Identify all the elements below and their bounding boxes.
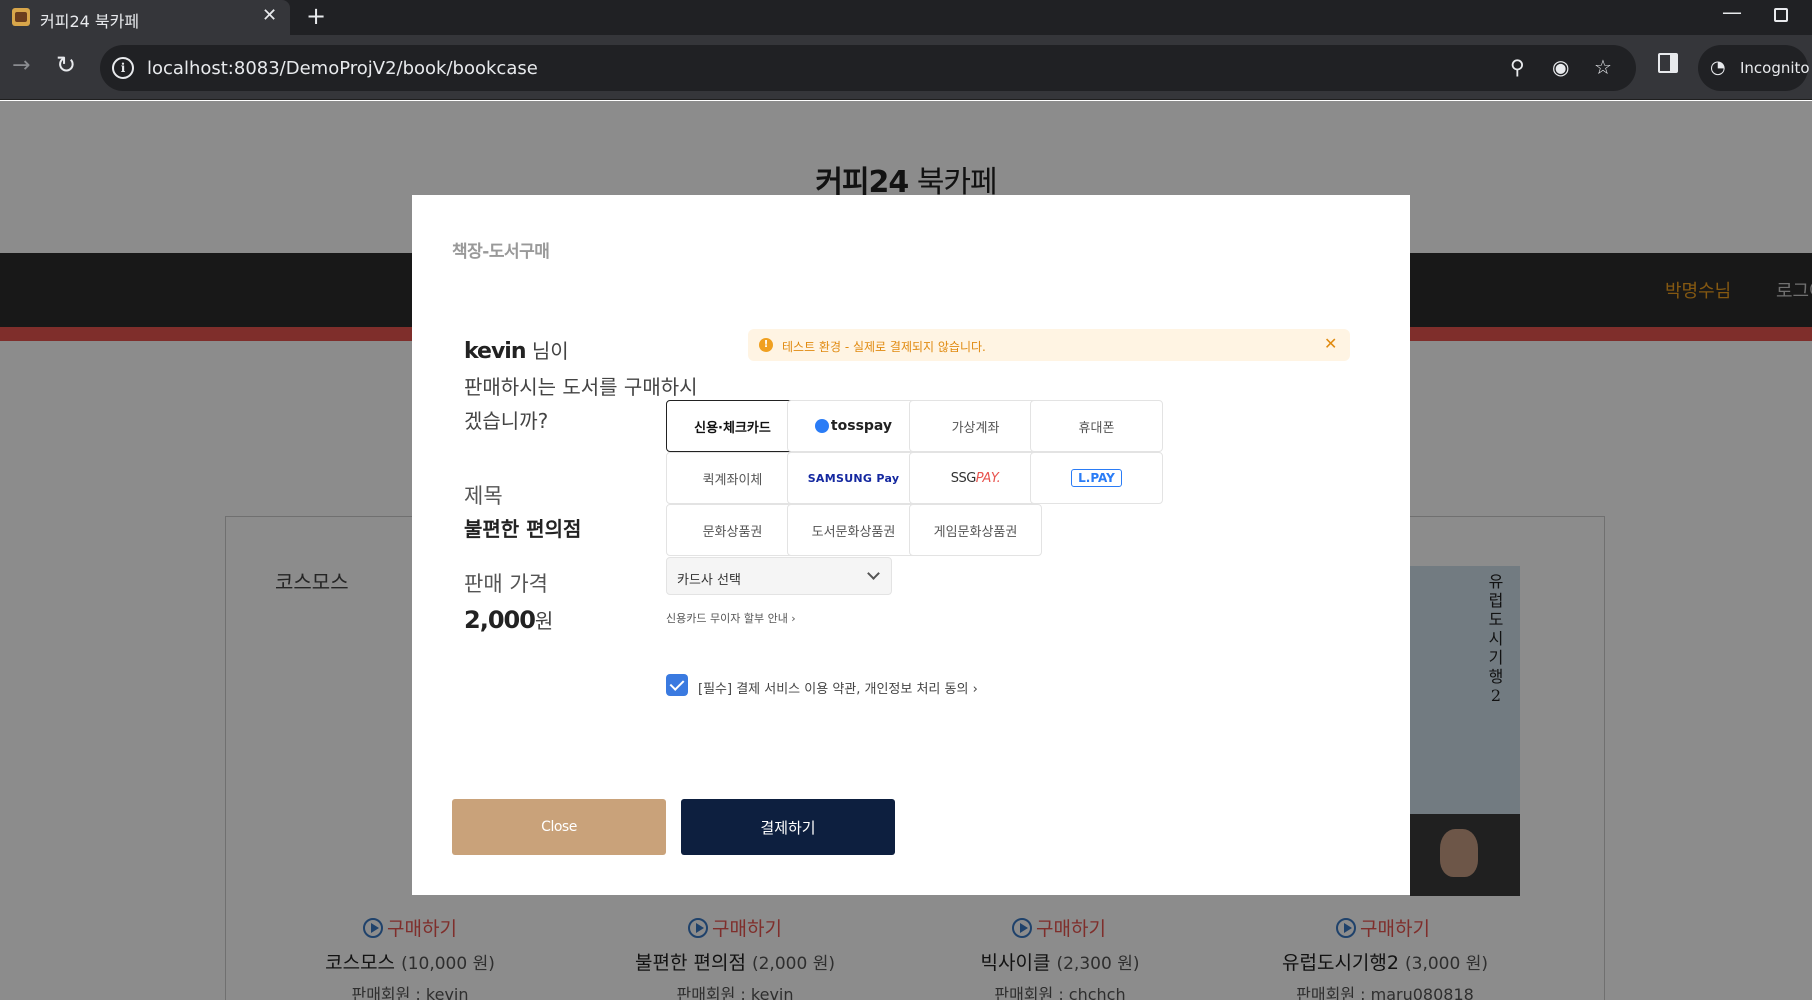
new-tab-icon[interactable]: + — [306, 2, 326, 30]
modal-title: 책장-도서구매 — [452, 242, 550, 262]
warning-icon: ! — [759, 338, 773, 352]
incognito-badge[interactable]: ◔ Incognito — [1698, 45, 1810, 91]
incognito-icon: ◔ — [1710, 57, 1726, 78]
side-panel-icon[interactable] — [1658, 53, 1678, 73]
incognito-label: Incognito — [1740, 59, 1810, 77]
pay-method-tosspay[interactable]: tosspay — [787, 400, 920, 452]
pay-method-phone[interactable]: 휴대폰 — [1030, 400, 1163, 452]
address-bar[interactable]: i localhost:8083/DemoProjV2/book/bookcas… — [100, 45, 1636, 91]
tosspay-logo-icon — [814, 419, 829, 433]
close-button[interactable]: Close — [452, 799, 666, 855]
browser-tabbar: 커피24 북카페 ✕ + — — [0, 0, 1812, 35]
test-env-alert: ! 테스트 환경 - 실제로 결제되지 않습니다. ✕ — [748, 329, 1350, 361]
minimize-icon[interactable]: — — [1722, 0, 1742, 24]
pay-method-samsungpay[interactable]: SAMSUNG Pay — [787, 452, 920, 504]
pay-method-virtual-account[interactable]: 가상계좌 — [909, 400, 1042, 452]
agreement-text[interactable]: [필수] 결제 서비스 이용 약관, 개인정보 처리 동의 › — [698, 678, 978, 697]
pay-method-culture-voucher[interactable]: 문화상품권 — [666, 504, 799, 556]
title-label: 제목 — [464, 484, 503, 508]
favicon-icon — [12, 8, 30, 26]
tab-close-icon[interactable]: ✕ — [262, 5, 277, 26]
purchase-question-user: kevin 님이 — [464, 339, 569, 364]
alert-close-icon[interactable]: ✕ — [1324, 334, 1337, 353]
agreement-checkbox[interactable] — [666, 674, 688, 696]
book-title-value: 불편한 편의점 — [464, 517, 582, 541]
pay-method-ssgpay[interactable]: SSGPAY. — [909, 452, 1042, 504]
alert-text: 테스트 환경 - 실제로 결제되지 않습니다. — [782, 340, 986, 354]
purchase-modal: 책장-도서구매 kevin 님이 판매하시는 도서를 구매하시 겠습니까? 제목… — [412, 195, 1410, 895]
url-text[interactable]: localhost:8083/DemoProjV2/book/bookcase — [147, 58, 538, 79]
reload-icon[interactable]: ↻ — [56, 51, 76, 79]
restore-icon[interactable] — [1774, 8, 1788, 22]
browser-toolbar: → ↻ i localhost:8083/DemoProjV2/book/boo… — [0, 35, 1812, 100]
pay-method-book-voucher[interactable]: 도서문화상품권 — [787, 504, 920, 556]
site-info-icon[interactable]: i — [112, 57, 134, 79]
tab-title: 커피24 북카페 — [40, 12, 140, 31]
pay-method-game-voucher[interactable]: 게임문화상품권 — [909, 504, 1042, 556]
card-select-label: 카드사 선택 — [677, 573, 741, 588]
pay-button[interactable]: 결제하기 — [681, 799, 895, 855]
purchase-question-line: 겠습니까? — [464, 409, 549, 433]
card-company-select[interactable]: 카드사 선택 — [666, 557, 892, 595]
eye-off-icon[interactable]: ◉ — [1552, 55, 1569, 79]
pay-method-lpay[interactable]: L.PAY — [1030, 452, 1163, 504]
forward-icon[interactable]: → — [12, 53, 30, 78]
price-label: 판매 가격 — [464, 572, 548, 596]
price-value: 2,000원 — [464, 606, 553, 634]
chevron-down-icon — [867, 567, 880, 580]
browser-tab[interactable]: 커피24 북카페 ✕ — [0, 0, 290, 35]
pay-method-card[interactable]: 신용·체크카드 — [666, 400, 799, 452]
purchase-question-line: 판매하시는 도서를 구매하시 — [464, 375, 698, 399]
installment-info-link[interactable]: 신용카드 무이자 할부 안내 › — [666, 610, 796, 626]
zoom-icon[interactable]: ⚲ — [1510, 55, 1525, 79]
star-icon[interactable]: ☆ — [1594, 55, 1612, 79]
pay-method-quick-transfer[interactable]: 퀵계좌이체 — [666, 452, 799, 504]
